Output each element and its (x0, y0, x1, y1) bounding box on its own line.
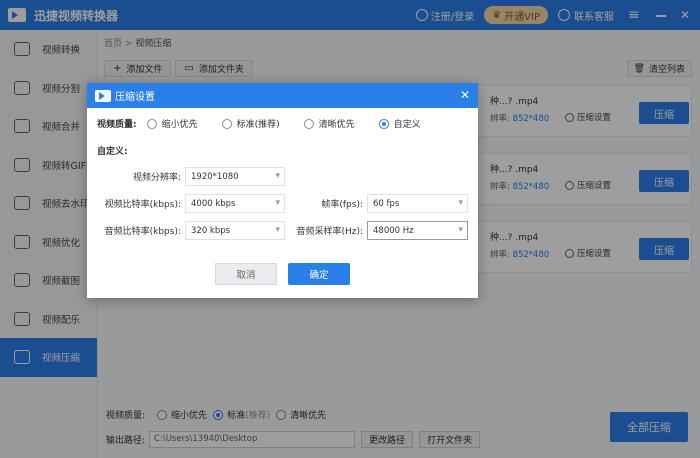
resolution-select[interactable]: 1920*1080 (185, 167, 285, 186)
compress-settings-dialog: 压缩设置 ✕ 视频质量: 缩小优先 标准(推荐) 清晰优先 自定义 自定义: 视… (87, 83, 478, 298)
option-custom[interactable]: 自定义 (378, 117, 421, 130)
resolution-field: 视频分辨率: 1920*1080 (97, 167, 285, 186)
fps-field: 帧率(fps): 60 fps (279, 194, 468, 213)
dialog-quality-label: 视频质量: (97, 120, 137, 130)
video-bitrate-select[interactable]: 4000 kbps (185, 194, 285, 213)
fps-label: 帧率(fps): (321, 200, 363, 210)
audio-bitrate-select[interactable]: 320 kbps (185, 221, 285, 240)
sample-rate-label: 音频采样率(Hz): (296, 227, 363, 237)
video-bitrate-label: 视频比特率(kbps): (104, 200, 181, 210)
sample-rate-select[interactable]: 48000 Hz (367, 221, 468, 240)
option-clear[interactable]: 清晰优先 (303, 117, 355, 130)
fps-select[interactable]: 60 fps (367, 194, 468, 213)
radio-custom[interactable] (378, 118, 389, 129)
radio-standard[interactable] (221, 118, 232, 129)
ok-button[interactable]: 确定 (288, 263, 350, 285)
option-smaller[interactable]: 缩小优先 (146, 117, 198, 130)
resolution-label: 视频分辨率: (132, 173, 181, 183)
option-standard[interactable]: 标准(推荐) (221, 117, 280, 130)
radio-label: 自定义 (393, 120, 421, 130)
radio-label: 清晰优先 (318, 120, 355, 130)
video-bitrate-field: 视频比特率(kbps): 4000 kbps (97, 194, 285, 213)
close-icon[interactable]: ✕ (460, 88, 470, 102)
radio-label: 缩小优先 (161, 120, 198, 130)
sample-rate-field: 音频采样率(Hz): 48000 Hz (279, 221, 468, 240)
dialog-title: 压缩设置 (115, 92, 155, 103)
dialog-logo-icon (95, 89, 111, 102)
dialog-quality-row: 视频质量: 缩小优先 标准(推荐) 清晰优先 自定义 (97, 117, 445, 130)
custom-section-label: 自定义: (97, 147, 128, 157)
audio-bitrate-label: 音频比特率(kbps): (104, 227, 181, 237)
cancel-button[interactable]: 取消 (215, 263, 277, 285)
radio-clear[interactable] (303, 118, 314, 129)
audio-bitrate-field: 音频比特率(kbps): 320 kbps (97, 221, 285, 240)
radio-smaller[interactable] (146, 118, 157, 129)
radio-label: 标准(推荐) (236, 120, 280, 130)
dialog-header: 压缩设置 ✕ (87, 83, 478, 108)
